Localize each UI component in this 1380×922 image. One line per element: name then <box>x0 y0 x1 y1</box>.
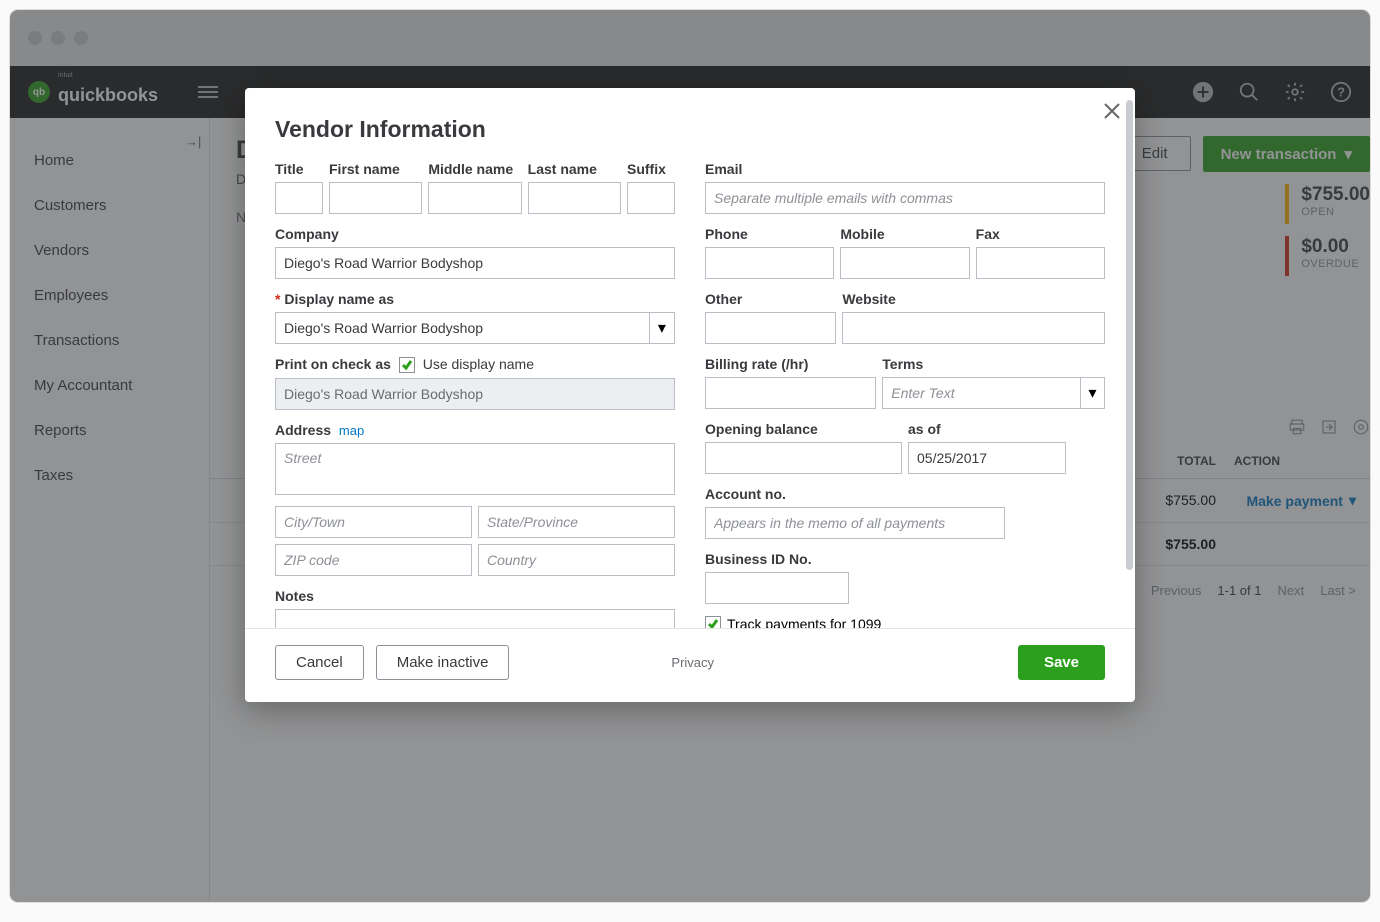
print-check-input <box>275 378 675 410</box>
lbl-middle: Middle name <box>428 161 521 177</box>
lbl-billing-rate: Billing rate (/hr) <box>705 356 876 372</box>
lbl-website: Website <box>842 291 1105 307</box>
country-input[interactable] <box>478 544 675 576</box>
modal-left-column: Title First name Middle name <box>275 161 675 628</box>
lbl-notes: Notes <box>275 588 675 604</box>
vendor-info-modal: Vendor Information Title First name <box>245 88 1135 702</box>
lbl-email: Email <box>705 161 1105 177</box>
street-input[interactable] <box>275 443 675 495</box>
business-id-input[interactable] <box>705 572 849 604</box>
lbl-company: Company <box>275 226 675 242</box>
track-1099-label: Track payments for 1099 <box>727 616 881 628</box>
state-input[interactable] <box>478 506 675 538</box>
modal-footer: Cancel Make inactive Privacy Save <box>245 628 1135 702</box>
lbl-as-of: as of <box>908 421 1105 437</box>
suffix-input[interactable] <box>627 182 675 214</box>
track-1099-checkbox[interactable] <box>705 616 721 628</box>
modal-scrollbar[interactable] <box>1126 100 1133 570</box>
title-input[interactable] <box>275 182 323 214</box>
first-name-input[interactable] <box>329 182 422 214</box>
phone-input[interactable] <box>705 247 834 279</box>
city-input[interactable] <box>275 506 472 538</box>
fax-input[interactable] <box>976 247 1105 279</box>
other-input[interactable] <box>705 312 836 344</box>
lbl-opening-balance: Opening balance <box>705 421 902 437</box>
website-input[interactable] <box>842 312 1105 344</box>
last-name-input[interactable] <box>528 182 621 214</box>
zip-input[interactable] <box>275 544 472 576</box>
middle-name-input[interactable] <box>428 182 521 214</box>
mobile-input[interactable] <box>840 247 969 279</box>
notes-input[interactable] <box>275 609 675 628</box>
account-no-input[interactable] <box>705 507 1005 539</box>
display-name-select[interactable] <box>275 312 649 344</box>
lbl-terms: Terms <box>882 356 1105 372</box>
lbl-print-check: Print on check as Use display name <box>275 356 675 373</box>
use-display-name-checkbox[interactable] <box>399 357 415 373</box>
opening-balance-input[interactable] <box>705 442 902 474</box>
terms-select[interactable] <box>882 377 1080 409</box>
lbl-display-name: * Display name as <box>275 291 675 307</box>
save-button[interactable]: Save <box>1018 645 1105 680</box>
company-input[interactable] <box>275 247 675 279</box>
privacy-link[interactable]: Privacy <box>671 655 714 670</box>
cancel-button[interactable]: Cancel <box>275 645 364 680</box>
email-input[interactable] <box>705 182 1105 214</box>
lbl-mobile: Mobile <box>840 226 969 242</box>
lbl-account-no: Account no. <box>705 486 1105 502</box>
terms-dropdown-icon[interactable]: ▾ <box>1080 377 1105 409</box>
lbl-fax: Fax <box>976 226 1105 242</box>
map-link[interactable]: map <box>339 423 364 438</box>
lbl-suffix: Suffix <box>627 161 675 177</box>
display-name-dropdown-icon[interactable]: ▾ <box>649 312 675 344</box>
lbl-phone: Phone <box>705 226 834 242</box>
lbl-title: Title <box>275 161 323 177</box>
lbl-first: First name <box>329 161 422 177</box>
lbl-last: Last name <box>528 161 621 177</box>
lbl-other: Other <box>705 291 836 307</box>
lbl-business-id: Business ID No. <box>705 551 1105 567</box>
modal-right-column: Email Phone Mobile <box>705 161 1105 628</box>
track-1099-row: Track payments for 1099 <box>705 616 1105 628</box>
modal-overlay: Vendor Information Title First name <box>10 10 1370 902</box>
as-of-input[interactable] <box>908 442 1066 474</box>
make-inactive-button[interactable]: Make inactive <box>376 645 510 680</box>
billing-rate-input[interactable] <box>705 377 876 409</box>
lbl-address: Address map <box>275 422 675 438</box>
modal-title: Vendor Information <box>275 116 1105 143</box>
